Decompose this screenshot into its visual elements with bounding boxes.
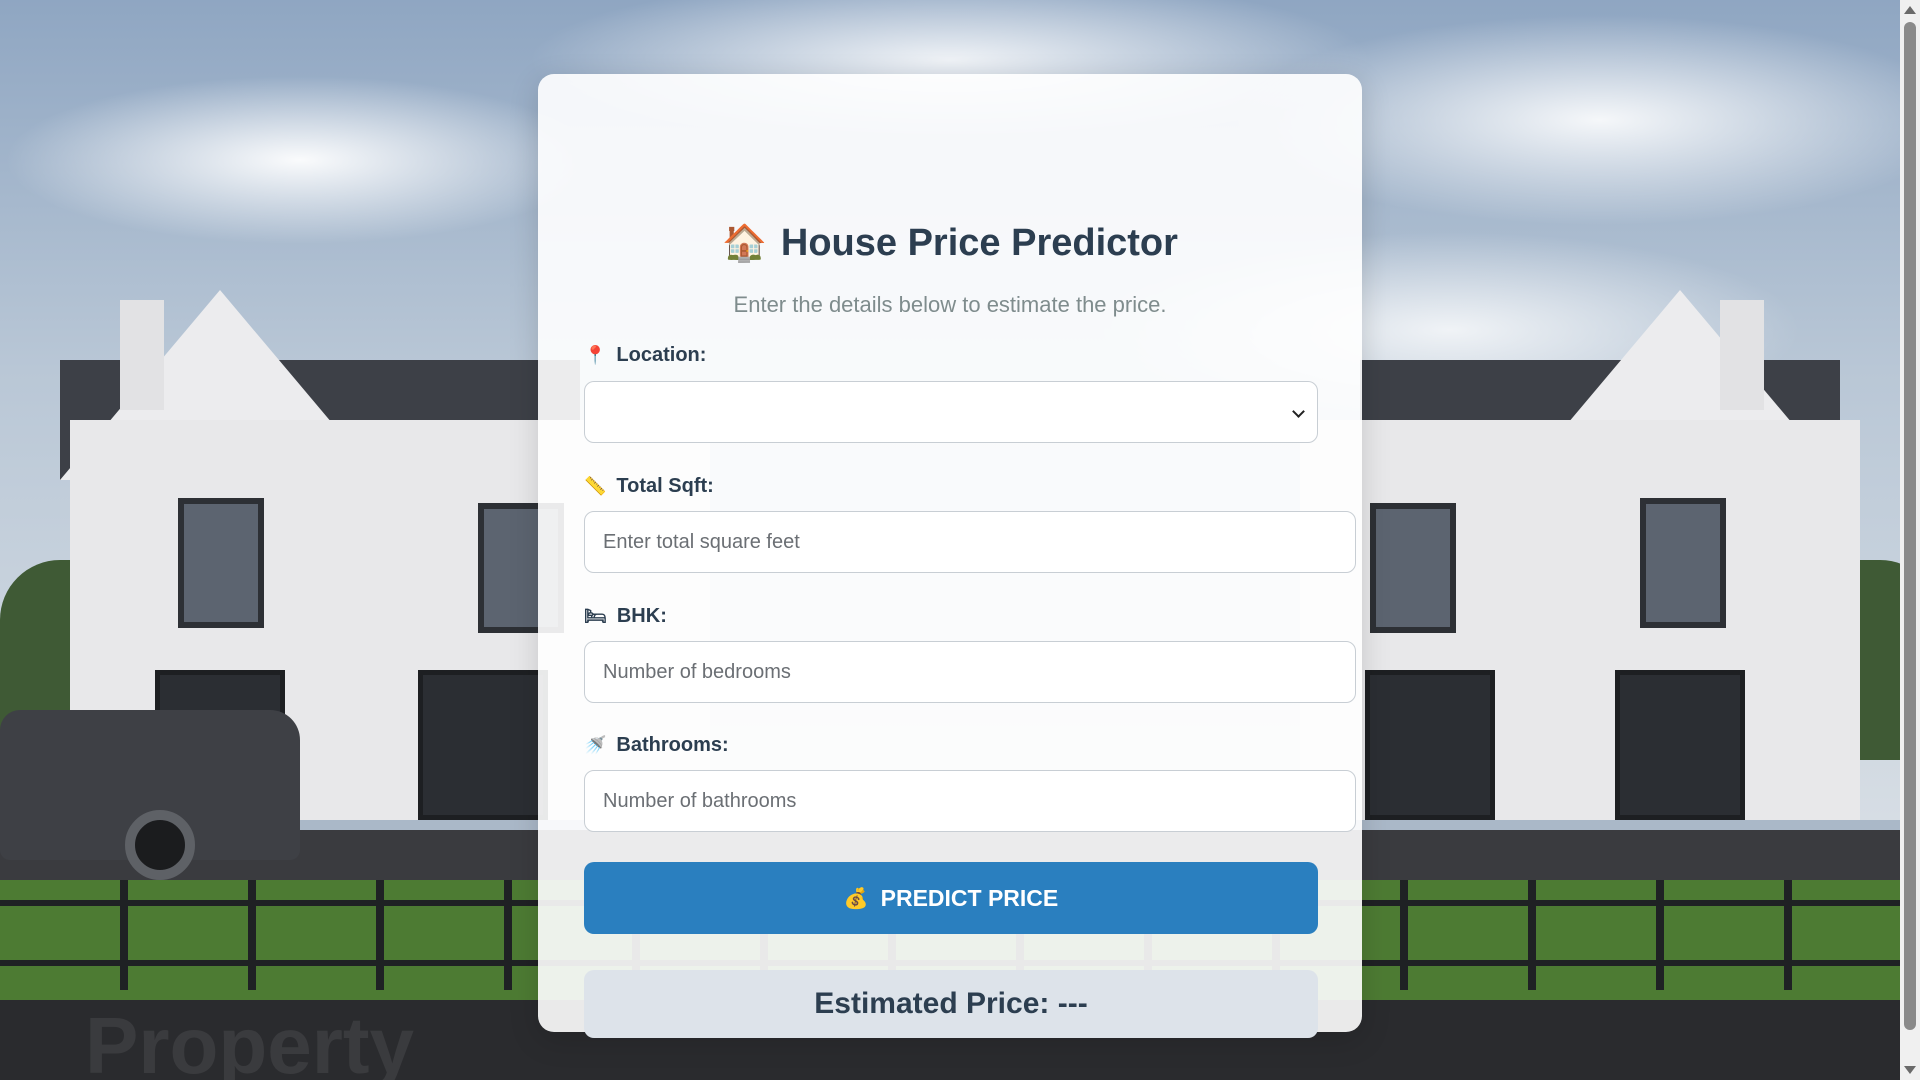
bed-icon: 🛏 (584, 606, 607, 626)
estimated-price-label: Estimated Price: (814, 987, 1050, 1020)
window (1640, 498, 1726, 628)
scroll-up-icon[interactable] (1904, 6, 1916, 14)
money-bag-icon: 💰 (843, 887, 869, 910)
estimated-price-value: --- (1057, 987, 1088, 1020)
chevron-down-icon (1292, 405, 1305, 418)
bathrooms-label-text: Bathrooms: (616, 734, 729, 756)
location-label-text: Location: (616, 344, 707, 366)
ruler-icon: 📏 (584, 476, 607, 496)
sqft-label-text: Total Sqft: (616, 475, 714, 497)
predict-price-label: PREDICT PRICE (880, 884, 1059, 911)
chimney-right (1720, 300, 1764, 410)
bhk-input[interactable] (584, 641, 1356, 703)
predict-price-button[interactable]: 💰 PREDICT PRICE (584, 862, 1318, 934)
bathrooms-input[interactable] (584, 770, 1356, 832)
location-label: 📍 Location: (584, 344, 706, 367)
window (178, 498, 264, 628)
pin-icon: 📍 (584, 345, 607, 365)
sqft-input[interactable] (584, 511, 1356, 573)
page-subtitle: Enter the details below to estimate the … (733, 292, 1167, 317)
shower-icon: 🚿 (584, 735, 607, 755)
estimated-price-box: Estimated Price: --- (584, 970, 1318, 1038)
predictor-card: 🏠 House Price Predictor Enter the details… (538, 74, 1362, 1038)
door-window (418, 670, 548, 820)
car-wheel (125, 810, 195, 880)
bhk-label-text: BHK: (616, 605, 667, 627)
door-window (1365, 670, 1495, 820)
page-title: 🏠 House Price Predictor (538, 222, 1362, 265)
watermark: Property (85, 1001, 414, 1080)
sqft-label: 📏 Total Sqft: (584, 475, 714, 498)
page-title-text: House Price Predictor (780, 222, 1178, 264)
scroll-down-icon[interactable] (1904, 1066, 1916, 1074)
door-window (1615, 670, 1745, 820)
location-select[interactable] (584, 381, 1318, 443)
scrollbar-thumb[interactable] (1904, 22, 1916, 1030)
window (1370, 503, 1456, 633)
bathrooms-label: 🚿 Bathrooms: (584, 734, 729, 757)
house-icon: 🏠 (722, 222, 767, 263)
chimney-left (120, 300, 164, 410)
bhk-label: 🛏 BHK: (584, 605, 667, 628)
